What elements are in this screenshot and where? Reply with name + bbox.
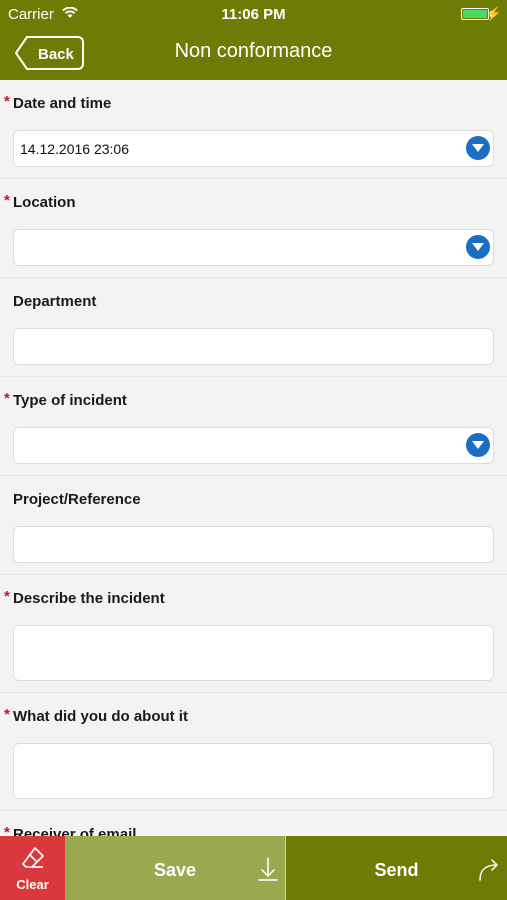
navigation-bar: Back Non conformance: [0, 28, 507, 80]
project-reference-input[interactable]: [13, 526, 494, 563]
what-did-you-do-label: What did you do about it: [13, 708, 188, 725]
type-of-incident-label: Type of incident: [13, 392, 127, 409]
required-marker: *: [4, 824, 10, 836]
date-time-label: Date and time: [13, 95, 112, 112]
required-marker: *: [4, 390, 10, 407]
describe-incident-label: Describe the incident: [13, 590, 165, 607]
receiver-of-email-label: Receiver of email: [13, 826, 137, 836]
bottom-toolbar: Clear Save Send: [0, 836, 507, 900]
field-location: * Location: [0, 179, 507, 278]
incident-form: * Date and time 14.12.2016 23:06 * Locat…: [0, 80, 507, 836]
field-receiver-of-email: * Receiver of email: [0, 811, 507, 836]
save-button[interactable]: Save: [65, 836, 286, 900]
save-button-label: Save: [153, 860, 197, 880]
send-button[interactable]: Send: [286, 836, 507, 900]
required-marker: *: [4, 588, 10, 605]
clear-button[interactable]: Clear: [0, 836, 65, 900]
project-reference-label: Project/Reference: [13, 491, 141, 508]
type-of-incident-select[interactable]: [13, 427, 494, 464]
clock: 11:06 PM: [221, 6, 286, 23]
chevron-down-icon[interactable]: [466, 235, 490, 259]
date-time-picker[interactable]: 14.12.2016 23:06: [13, 130, 494, 167]
required-marker: *: [4, 93, 10, 110]
clear-button-label: Clear: [16, 877, 49, 892]
battery-icon: [461, 8, 489, 20]
what-did-you-do-textarea[interactable]: [13, 743, 494, 799]
required-marker: *: [4, 192, 10, 209]
forward-arrow-icon: [479, 859, 498, 881]
status-bar: Carrier 11:06 PM ⚡: [0, 0, 507, 28]
chevron-down-icon[interactable]: [466, 136, 490, 160]
location-label: Location: [13, 194, 76, 211]
send-button-label: Send: [374, 860, 419, 880]
field-department: Department: [0, 278, 507, 377]
date-time-value: 14.12.2016 23:06: [20, 141, 129, 157]
chevron-down-icon[interactable]: [466, 433, 490, 457]
field-project-reference: Project/Reference: [0, 476, 507, 575]
field-what-did-you-do: * What did you do about it: [0, 693, 507, 811]
field-describe-incident: * Describe the incident: [0, 575, 507, 693]
page-title: Non conformance: [174, 40, 333, 62]
department-input[interactable]: [13, 328, 494, 365]
required-marker: *: [4, 706, 10, 723]
department-label: Department: [13, 293, 97, 310]
location-select[interactable]: [13, 229, 494, 266]
field-type-of-incident: * Type of incident: [0, 377, 507, 476]
download-arrow-icon: [258, 857, 278, 881]
field-date-time: * Date and time 14.12.2016 23:06: [0, 80, 507, 179]
describe-incident-textarea[interactable]: [13, 625, 494, 681]
eraser-icon: [22, 847, 44, 868]
charging-icon: ⚡: [485, 6, 502, 21]
top-bar: Carrier 11:06 PM ⚡ Back Non conformance: [0, 0, 507, 80]
